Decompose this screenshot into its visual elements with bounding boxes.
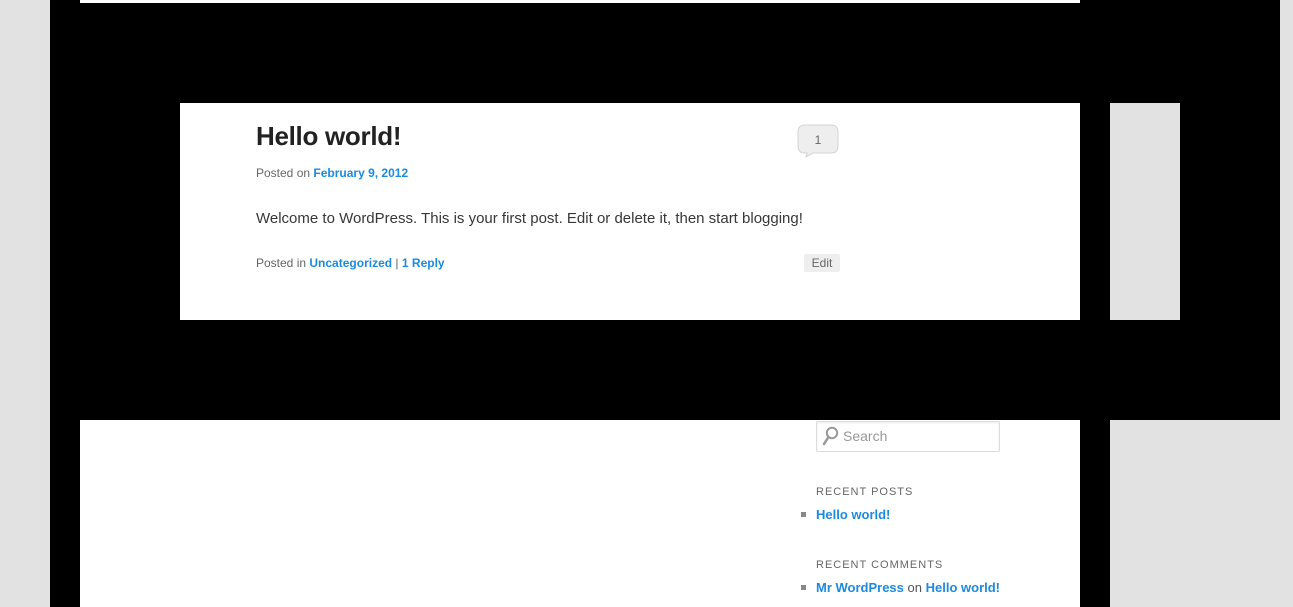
post-footer: Posted in Uncategorized | 1 Reply [256, 256, 445, 270]
edit-button[interactable]: Edit [804, 254, 840, 272]
recent-posts-heading: RECENT POSTS [816, 486, 914, 498]
recent-post-link[interactable]: Hello world! [816, 507, 890, 522]
recent-comment-item: Mr WordPress on Hello world! [816, 580, 1000, 595]
list-bullet [801, 512, 806, 517]
page-top-strip [80, 0, 1080, 3]
post-meta: Posted on February 9, 2012 [256, 166, 408, 180]
recent-post-item: Hello world! [816, 507, 890, 522]
comment-count[interactable]: 1 [797, 124, 839, 156]
post-date-link[interactable]: February 9, 2012 [313, 166, 408, 180]
black-side-bar-left [50, 420, 80, 607]
search-input[interactable] [843, 425, 993, 447]
reply-link[interactable]: 1 Reply [402, 256, 445, 270]
post-content: Welcome to WordPress. This is your first… [256, 210, 803, 227]
gray-margin-block [1110, 103, 1180, 320]
posted-in-label: Posted in [256, 256, 307, 270]
category-link[interactable]: Uncategorized [309, 256, 392, 270]
recent-comments-heading: RECENT COMMENTS [816, 559, 944, 571]
footer-separator: | [395, 256, 399, 270]
black-side-bar-right [1080, 420, 1110, 607]
post-title[interactable]: Hello world! [256, 121, 401, 152]
comment-on-label: on [907, 580, 922, 595]
posted-on-label: Posted on [256, 166, 311, 180]
list-bullet [801, 585, 806, 590]
search-icon [822, 426, 839, 446]
comment-post-link[interactable]: Hello world! [926, 580, 1000, 595]
comment-author-link[interactable]: Mr WordPress [816, 580, 904, 595]
